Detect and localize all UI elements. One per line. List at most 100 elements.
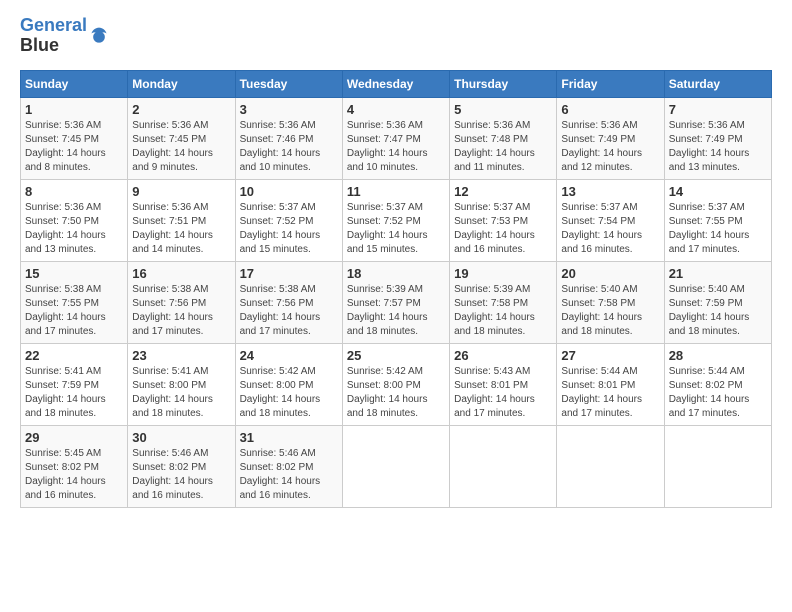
day-number: 22 — [25, 348, 123, 363]
day-number: 29 — [25, 430, 123, 445]
day-info: Sunrise: 5:36 AMSunset: 7:48 PMDaylight:… — [454, 120, 535, 173]
day-number: 8 — [25, 184, 123, 199]
logo-icon — [89, 26, 109, 46]
day-info: Sunrise: 5:37 AMSunset: 7:52 PMDaylight:… — [347, 202, 428, 255]
day-info: Sunrise: 5:36 AMSunset: 7:49 PMDaylight:… — [561, 120, 642, 173]
day-info: Sunrise: 5:43 AMSunset: 8:01 PMDaylight:… — [454, 366, 535, 419]
calendar-cell — [557, 425, 664, 507]
day-number: 31 — [240, 430, 338, 445]
calendar-cell: 28 Sunrise: 5:44 AMSunset: 8:02 PMDaylig… — [664, 343, 771, 425]
day-info: Sunrise: 5:36 AMSunset: 7:51 PMDaylight:… — [132, 202, 213, 255]
day-number: 28 — [669, 348, 767, 363]
day-info: Sunrise: 5:41 AMSunset: 7:59 PMDaylight:… — [25, 366, 106, 419]
calendar-cell: 6 Sunrise: 5:36 AMSunset: 7:49 PMDayligh… — [557, 97, 664, 179]
calendar-cell: 29 Sunrise: 5:45 AMSunset: 8:02 PMDaylig… — [21, 425, 128, 507]
calendar-cell: 8 Sunrise: 5:36 AMSunset: 7:50 PMDayligh… — [21, 179, 128, 261]
day-number: 7 — [669, 102, 767, 117]
day-info: Sunrise: 5:37 AMSunset: 7:55 PMDaylight:… — [669, 202, 750, 255]
day-info: Sunrise: 5:38 AMSunset: 7:56 PMDaylight:… — [240, 284, 321, 337]
calendar-cell: 18 Sunrise: 5:39 AMSunset: 7:57 PMDaylig… — [342, 261, 449, 343]
day-info: Sunrise: 5:36 AMSunset: 7:45 PMDaylight:… — [132, 120, 213, 173]
day-number: 14 — [669, 184, 767, 199]
day-info: Sunrise: 5:36 AMSunset: 7:46 PMDaylight:… — [240, 120, 321, 173]
day-number: 23 — [132, 348, 230, 363]
day-number: 17 — [240, 266, 338, 281]
day-info: Sunrise: 5:42 AMSunset: 8:00 PMDaylight:… — [240, 366, 321, 419]
calendar-cell — [664, 425, 771, 507]
day-number: 12 — [454, 184, 552, 199]
day-info: Sunrise: 5:37 AMSunset: 7:52 PMDaylight:… — [240, 202, 321, 255]
day-number: 10 — [240, 184, 338, 199]
day-info: Sunrise: 5:39 AMSunset: 7:58 PMDaylight:… — [454, 284, 535, 337]
day-number: 24 — [240, 348, 338, 363]
calendar-cell: 2 Sunrise: 5:36 AMSunset: 7:45 PMDayligh… — [128, 97, 235, 179]
calendar-cell: 31 Sunrise: 5:46 AMSunset: 8:02 PMDaylig… — [235, 425, 342, 507]
calendar-body: 1 Sunrise: 5:36 AMSunset: 7:45 PMDayligh… — [21, 97, 772, 507]
weekday-header-thursday: Thursday — [450, 70, 557, 97]
calendar-cell: 27 Sunrise: 5:44 AMSunset: 8:01 PMDaylig… — [557, 343, 664, 425]
day-info: Sunrise: 5:36 AMSunset: 7:45 PMDaylight:… — [25, 120, 106, 173]
calendar-cell — [450, 425, 557, 507]
day-number: 20 — [561, 266, 659, 281]
calendar-cell: 17 Sunrise: 5:38 AMSunset: 7:56 PMDaylig… — [235, 261, 342, 343]
day-number: 6 — [561, 102, 659, 117]
calendar-cell: 9 Sunrise: 5:36 AMSunset: 7:51 PMDayligh… — [128, 179, 235, 261]
calendar-week-3: 15 Sunrise: 5:38 AMSunset: 7:55 PMDaylig… — [21, 261, 772, 343]
day-info: Sunrise: 5:39 AMSunset: 7:57 PMDaylight:… — [347, 284, 428, 337]
day-number: 15 — [25, 266, 123, 281]
day-info: Sunrise: 5:40 AMSunset: 7:59 PMDaylight:… — [669, 284, 750, 337]
calendar-cell: 1 Sunrise: 5:36 AMSunset: 7:45 PMDayligh… — [21, 97, 128, 179]
calendar-cell: 26 Sunrise: 5:43 AMSunset: 8:01 PMDaylig… — [450, 343, 557, 425]
calendar-cell: 14 Sunrise: 5:37 AMSunset: 7:55 PMDaylig… — [664, 179, 771, 261]
top-row: GeneralBlue — [20, 16, 772, 60]
calendar-week-5: 29 Sunrise: 5:45 AMSunset: 8:02 PMDaylig… — [21, 425, 772, 507]
calendar-cell: 21 Sunrise: 5:40 AMSunset: 7:59 PMDaylig… — [664, 261, 771, 343]
calendar-cell: 7 Sunrise: 5:36 AMSunset: 7:49 PMDayligh… — [664, 97, 771, 179]
day-info: Sunrise: 5:41 AMSunset: 8:00 PMDaylight:… — [132, 366, 213, 419]
day-info: Sunrise: 5:36 AMSunset: 7:49 PMDaylight:… — [669, 120, 750, 173]
day-info: Sunrise: 5:37 AMSunset: 7:53 PMDaylight:… — [454, 202, 535, 255]
calendar-cell: 24 Sunrise: 5:42 AMSunset: 8:00 PMDaylig… — [235, 343, 342, 425]
day-info: Sunrise: 5:36 AMSunset: 7:50 PMDaylight:… — [25, 202, 106, 255]
day-number: 1 — [25, 102, 123, 117]
weekday-header-sunday: Sunday — [21, 70, 128, 97]
calendar-week-1: 1 Sunrise: 5:36 AMSunset: 7:45 PMDayligh… — [21, 97, 772, 179]
day-number: 5 — [454, 102, 552, 117]
calendar-cell — [342, 425, 449, 507]
logo: GeneralBlue — [20, 16, 109, 56]
day-number: 19 — [454, 266, 552, 281]
weekday-header-friday: Friday — [557, 70, 664, 97]
day-number: 2 — [132, 102, 230, 117]
calendar-cell: 19 Sunrise: 5:39 AMSunset: 7:58 PMDaylig… — [450, 261, 557, 343]
day-info: Sunrise: 5:40 AMSunset: 7:58 PMDaylight:… — [561, 284, 642, 337]
calendar-table: SundayMondayTuesdayWednesdayThursdayFrid… — [20, 70, 772, 508]
day-number: 21 — [669, 266, 767, 281]
day-number: 16 — [132, 266, 230, 281]
calendar-cell: 12 Sunrise: 5:37 AMSunset: 7:53 PMDaylig… — [450, 179, 557, 261]
day-number: 18 — [347, 266, 445, 281]
day-info: Sunrise: 5:44 AMSunset: 8:01 PMDaylight:… — [561, 366, 642, 419]
day-number: 4 — [347, 102, 445, 117]
weekday-header-monday: Monday — [128, 70, 235, 97]
calendar-cell: 13 Sunrise: 5:37 AMSunset: 7:54 PMDaylig… — [557, 179, 664, 261]
weekday-header-saturday: Saturday — [664, 70, 771, 97]
calendar-cell: 5 Sunrise: 5:36 AMSunset: 7:48 PMDayligh… — [450, 97, 557, 179]
calendar-cell: 4 Sunrise: 5:36 AMSunset: 7:47 PMDayligh… — [342, 97, 449, 179]
day-info: Sunrise: 5:38 AMSunset: 7:55 PMDaylight:… — [25, 284, 106, 337]
day-number: 25 — [347, 348, 445, 363]
calendar-header: SundayMondayTuesdayWednesdayThursdayFrid… — [21, 70, 772, 97]
day-info: Sunrise: 5:45 AMSunset: 8:02 PMDaylight:… — [25, 448, 106, 501]
day-number: 13 — [561, 184, 659, 199]
day-info: Sunrise: 5:37 AMSunset: 7:54 PMDaylight:… — [561, 202, 642, 255]
calendar-cell: 23 Sunrise: 5:41 AMSunset: 8:00 PMDaylig… — [128, 343, 235, 425]
day-number: 27 — [561, 348, 659, 363]
day-info: Sunrise: 5:38 AMSunset: 7:56 PMDaylight:… — [132, 284, 213, 337]
day-number: 26 — [454, 348, 552, 363]
weekday-header-tuesday: Tuesday — [235, 70, 342, 97]
day-info: Sunrise: 5:44 AMSunset: 8:02 PMDaylight:… — [669, 366, 750, 419]
calendar-week-4: 22 Sunrise: 5:41 AMSunset: 7:59 PMDaylig… — [21, 343, 772, 425]
calendar-cell: 11 Sunrise: 5:37 AMSunset: 7:52 PMDaylig… — [342, 179, 449, 261]
day-info: Sunrise: 5:46 AMSunset: 8:02 PMDaylight:… — [132, 448, 213, 501]
calendar-cell: 30 Sunrise: 5:46 AMSunset: 8:02 PMDaylig… — [128, 425, 235, 507]
day-info: Sunrise: 5:46 AMSunset: 8:02 PMDaylight:… — [240, 448, 321, 501]
